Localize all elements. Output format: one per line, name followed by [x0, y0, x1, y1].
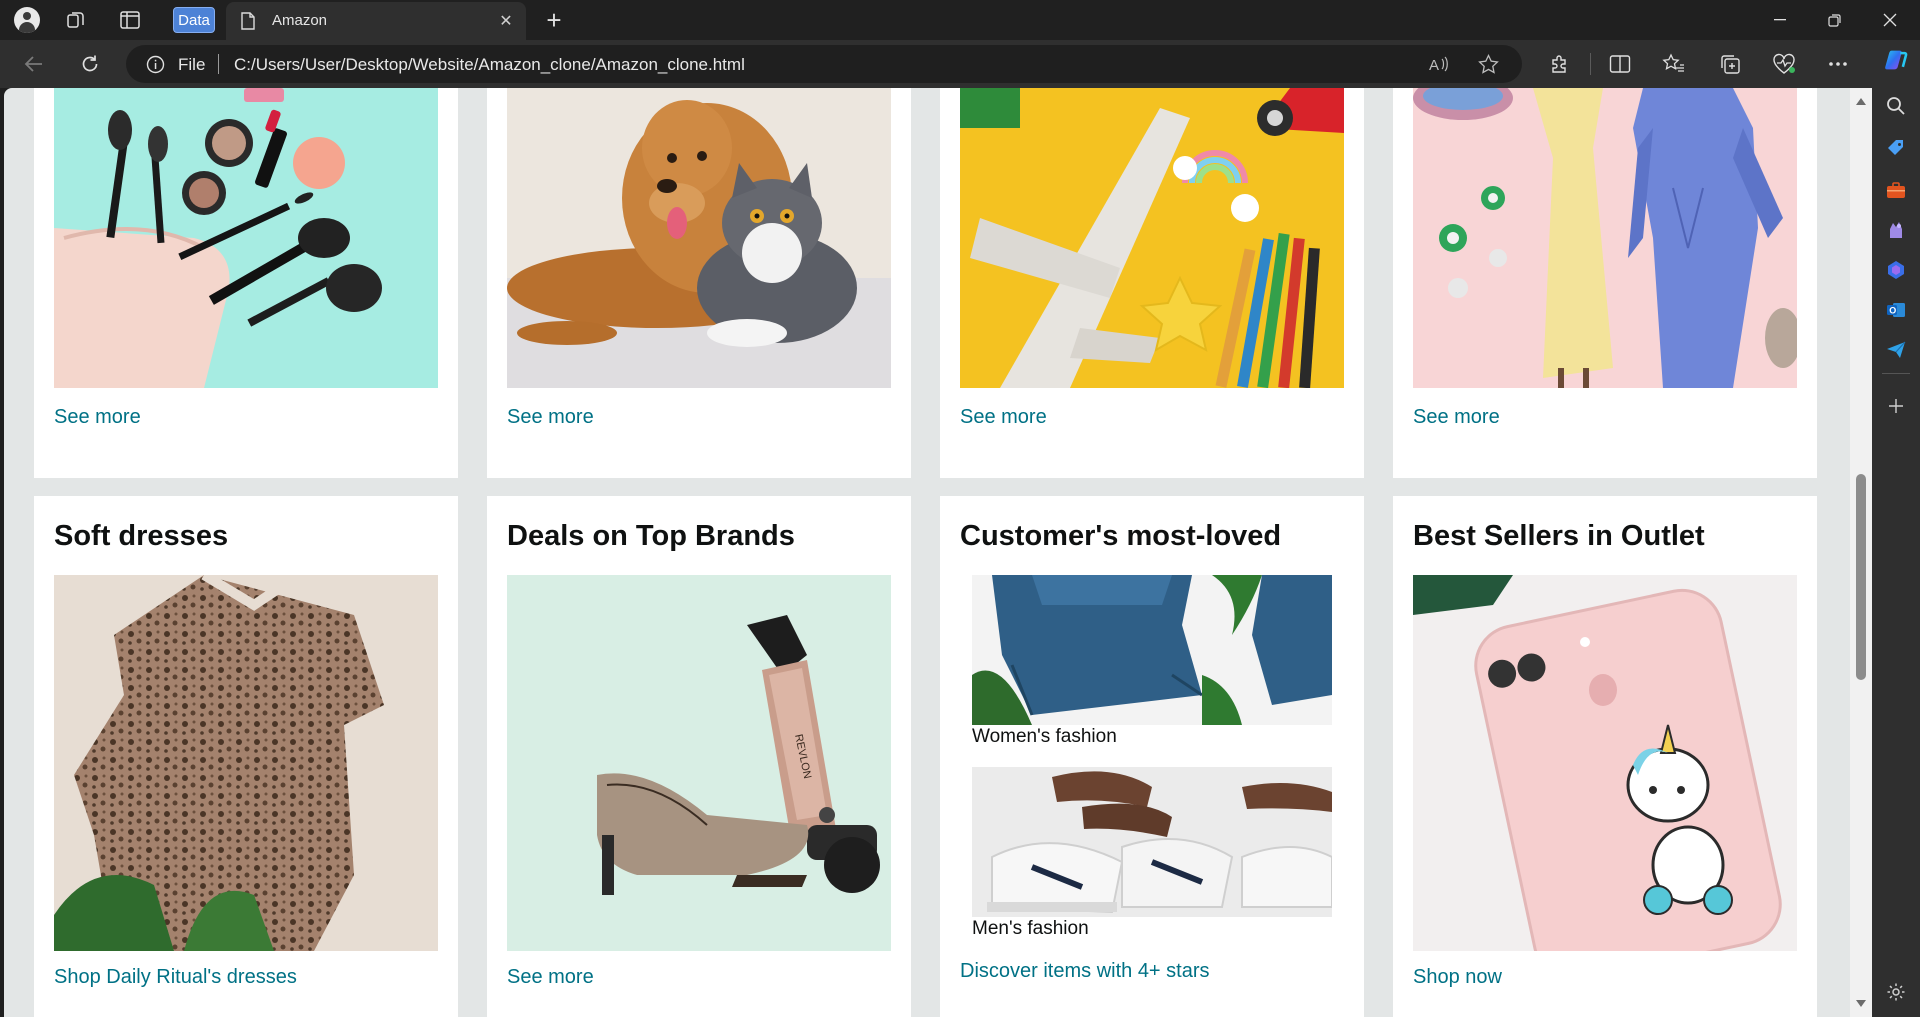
category-card-fashion: See more — [1393, 88, 1817, 478]
mens-fashion-label[interactable]: Men's fashion — [972, 918, 1089, 940]
info-icon[interactable] — [146, 55, 165, 79]
address-divider — [218, 54, 219, 74]
toolbar-divider — [1590, 53, 1591, 75]
card-soft-dresses: Soft dresses Shop Daily Ritual's dresses — [34, 496, 458, 1017]
category-card-pets: See more — [487, 88, 911, 478]
refresh-icon[interactable] — [76, 50, 104, 78]
scroll-down-arrow-icon[interactable] — [1856, 1000, 1866, 1007]
microsoft-365-icon[interactable] — [1884, 258, 1908, 282]
read-aloud-icon[interactable]: A — [1428, 54, 1450, 79]
outlook-icon[interactable]: O — [1884, 298, 1908, 322]
star-icon[interactable] — [1478, 53, 1499, 79]
browser-tab[interactable]: Amazon ✕ — [226, 2, 526, 40]
shop-dresses-link[interactable]: Shop Daily Ritual's dresses — [54, 966, 297, 989]
profile-icon[interactable] — [14, 7, 40, 33]
shop-now-link[interactable]: Shop now — [1413, 966, 1502, 989]
leopard-dress-image[interactable] — [54, 575, 438, 951]
see-more-link[interactable]: See more — [507, 966, 594, 989]
restore-icon[interactable] — [1806, 0, 1862, 40]
copilot-icon[interactable] — [1884, 48, 1908, 72]
scroll-up-arrow-icon[interactable] — [1856, 98, 1866, 105]
workspaces-icon[interactable] — [64, 8, 88, 32]
see-more-link[interactable]: See more — [54, 406, 141, 429]
back-arrow-icon[interactable] — [20, 50, 48, 78]
dog-and-cat-image[interactable] — [507, 88, 891, 388]
womens-fashion-image[interactable] — [972, 575, 1332, 725]
tab-title: Amazon — [272, 12, 328, 29]
address-bar[interactable]: File C:/Users/User/Desktop/Website/Amazo… — [126, 45, 1522, 83]
close-icon[interactable]: ✕ — [496, 11, 516, 31]
page-scrollbar[interactable] — [1850, 88, 1872, 1017]
plus-icon[interactable]: + — [540, 6, 568, 34]
more-icon[interactable] — [1824, 50, 1852, 78]
puzzle-icon[interactable] — [1546, 50, 1574, 78]
workspace-badge[interactable]: Data — [173, 7, 215, 33]
scheme-label: File — [178, 55, 206, 74]
see-more-link[interactable]: See more — [960, 406, 1047, 429]
card-title: Customer's most-loved — [960, 520, 1282, 552]
mens-fashion-image[interactable] — [972, 767, 1332, 917]
card-deals-top-brands: Deals on Top Brands REVLON See more — [487, 496, 911, 1017]
category-card-toys: See more — [940, 88, 1364, 478]
page-icon — [240, 12, 256, 35]
see-more-link[interactable]: See more — [1413, 406, 1500, 429]
see-more-link[interactable]: See more — [507, 406, 594, 429]
window-close-icon[interactable] — [1862, 0, 1918, 40]
card-customers-most-loved: Customer's most-loved Women's fashion Me… — [940, 496, 1364, 1017]
tools-briefcase-icon[interactable] — [1884, 178, 1908, 202]
sidebar-divider — [1882, 373, 1910, 374]
card-title: Best Sellers in Outlet — [1413, 520, 1705, 552]
discover-four-stars-link[interactable]: Discover items with 4+ stars — [960, 960, 1210, 983]
browser-sidebar: O — [1872, 40, 1920, 1017]
collections-icon[interactable] — [1716, 50, 1744, 78]
scrollbar-thumb[interactable] — [1856, 474, 1866, 680]
url-text[interactable]: C:/Users/User/Desktop/Website/Amazon_clo… — [234, 55, 745, 75]
navigation-toolbar: File C:/Users/User/Desktop/Website/Amazo… — [0, 40, 1920, 88]
settings-gear-icon[interactable] — [1884, 980, 1908, 1004]
split-screen-icon[interactable] — [1606, 50, 1634, 78]
womens-fashion-label[interactable]: Women's fashion — [972, 726, 1117, 748]
category-card-beauty: See more — [34, 88, 458, 478]
shopping-tag-icon[interactable] — [1884, 136, 1908, 160]
phone-case-image[interactable] — [1413, 575, 1797, 951]
games-icon[interactable] — [1884, 218, 1908, 242]
beauty-products-image[interactable] — [54, 88, 438, 388]
search-icon[interactable] — [1884, 94, 1908, 118]
card-title: Soft dresses — [54, 520, 229, 552]
toys-image[interactable] — [960, 88, 1344, 388]
page-viewport[interactable]: See more See more See more See more Soft… — [4, 88, 1850, 1017]
minimize-icon[interactable] — [1752, 0, 1808, 40]
add-sidebar-app-icon[interactable] — [1884, 394, 1908, 418]
title-bar: Data Amazon ✕ + — [0, 0, 1920, 40]
browser-essentials-icon[interactable] — [1770, 50, 1798, 78]
favorites-icon[interactable] — [1660, 50, 1688, 78]
send-icon[interactable] — [1884, 338, 1908, 362]
vertical-tabs-icon[interactable] — [118, 8, 142, 32]
svg-text:O: O — [1889, 306, 1896, 316]
svg-text:A: A — [1429, 57, 1439, 74]
deals-image[interactable]: REVLON — [507, 575, 891, 951]
card-best-sellers-outlet: Best Sellers in Outlet Shop now — [1393, 496, 1817, 1017]
card-title: Deals on Top Brands — [507, 520, 795, 552]
fashion-image[interactable] — [1413, 88, 1797, 388]
